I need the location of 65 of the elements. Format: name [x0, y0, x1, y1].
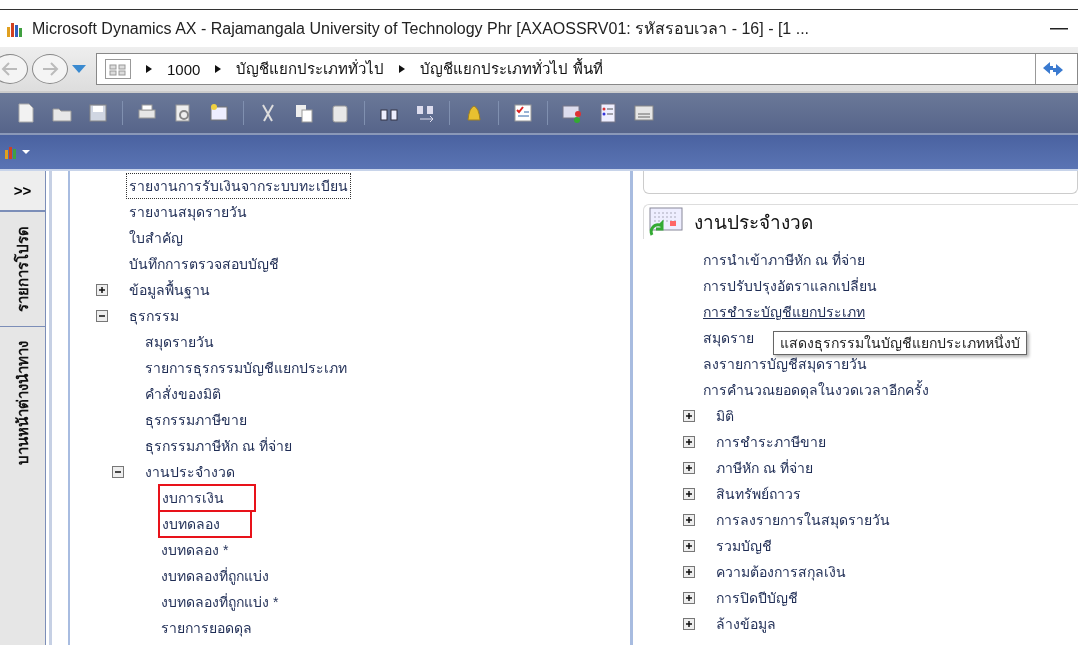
folder-item[interactable]: ภาษีหัก ณ ที่จ่าย: [713, 455, 816, 481]
calendar-refresh-icon: [648, 207, 684, 237]
expand-icon[interactable]: [683, 566, 695, 578]
folder-item[interactable]: รวมบัญชี: [713, 533, 775, 559]
folder-item[interactable]: การปิดปีบัญชี: [713, 585, 801, 611]
tree-item[interactable]: รายการยอดดุล: [158, 615, 255, 641]
tree-item[interactable]: ธุรกรรมภาษีขาย: [142, 407, 250, 433]
task-link[interactable]: การปรับปรุงอัตราแลกเปลี่ยน: [703, 273, 1078, 299]
tree-item[interactable]: ข้อมูลพื้นฐาน: [126, 277, 213, 303]
app-icon: [6, 20, 24, 37]
breadcrumb-item[interactable]: 1000: [167, 60, 201, 78]
folder-item[interactable]: การลงรายการในสมุดรายวัน: [713, 507, 893, 533]
tree-item[interactable]: งานประจำงวด: [142, 459, 238, 485]
task-link[interactable]: การคำนวณยอดดุลในงวดเวลาอีกครั้ง: [703, 377, 1078, 403]
arrow-icon: [145, 64, 153, 74]
forward-button[interactable]: [32, 54, 68, 84]
tree-item[interactable]: ใบสำคัญ: [126, 225, 186, 251]
back-button[interactable]: [0, 54, 28, 84]
expand-icon[interactable]: [683, 462, 695, 474]
folder-item[interactable]: ล้างข้อมูล: [713, 611, 779, 637]
tree-item[interactable]: งบทดลอง *: [158, 537, 232, 563]
expand-icon[interactable]: [683, 592, 695, 604]
tree-item[interactable]: งบทดลองที่ถูกแบ่ง: [158, 563, 272, 589]
group-title: งานประจำงวด: [694, 211, 813, 235]
expand-icon[interactable]: [96, 284, 108, 296]
folder-item[interactable]: การชำระภาษีขาย: [713, 429, 829, 455]
arrow-icon: [398, 64, 407, 74]
input-field[interactable]: [643, 171, 1078, 194]
checklist-icon[interactable]: [511, 101, 535, 125]
app-menu-icon[interactable]: [4, 145, 32, 159]
folder-item[interactable]: ความต้องการสกุลเงิน: [713, 559, 849, 585]
collapse-icon[interactable]: [112, 466, 124, 478]
tree-item[interactable]: งบการเงิน: [158, 484, 256, 512]
tooltip: แสดงธุรกรรมในบัญชีแยกประเภทหนึ่งบั: [773, 331, 1027, 355]
window-title: Microsoft Dynamics AX - Rajamangala University of Technology Phr [AXAOSSRV01: รหัสรอบเวลา - 16] - [1 ...: [32, 19, 811, 39]
expand-icon[interactable]: [683, 410, 695, 422]
tree-item[interactable]: ธุรกรรมภาษีหัก ณ ที่จ่าย: [142, 433, 295, 459]
expand-icon[interactable]: [683, 514, 695, 526]
tree-item[interactable]: รายงานการรับเงินจากระบบทะเบียน: [126, 173, 351, 199]
tree-item[interactable]: คำสั่งของมิติ: [142, 381, 224, 407]
expand-icon[interactable]: [683, 436, 695, 448]
folder-item[interactable]: สินทรัพย์ถาวร: [713, 481, 804, 507]
expand-icon[interactable]: [683, 618, 695, 630]
forward-arrow-icon: [41, 62, 59, 76]
arrow-icon: [214, 64, 223, 74]
folder-item[interactable]: มิติ: [713, 403, 737, 429]
breadcrumb-item[interactable]: บัญชีแยกประเภททั่วไป: [236, 57, 385, 81]
collapse-button[interactable]: >>: [0, 171, 45, 211]
tree-item[interactable]: ธุรกรรม: [126, 303, 182, 329]
expand-icon[interactable]: [683, 540, 695, 552]
back-arrow-icon: [1, 62, 19, 76]
tree-item[interactable]: งบทดลองที่ถูกแบ่ง *: [158, 589, 282, 615]
expand-icon[interactable]: [683, 488, 695, 500]
collapse-icon[interactable]: [96, 310, 108, 322]
task-link[interactable]: การนำเข้าภาษีหัก ณ ที่จ่าย: [703, 247, 1078, 273]
dropdown-icon[interactable]: [72, 65, 86, 73]
tree-item[interactable]: สมุดรายวัน: [142, 329, 217, 355]
save-icon[interactable]: [86, 101, 110, 125]
tree-item[interactable]: งบทดลอง: [158, 510, 252, 538]
tree-item[interactable]: รายการธุรกรรมบัญชีแยกประเภท: [142, 355, 350, 381]
task-link[interactable]: การชำระบัญชีแยกประเภท: [703, 299, 1078, 325]
tree-item[interactable]: บันทึกการตรวจสอบบัญชี: [126, 251, 282, 277]
grid-icon: [105, 59, 131, 79]
tree-item[interactable]: รายงานสมุดรายวัน: [126, 199, 250, 225]
breadcrumb-item[interactable]: บัญชีแยกประเภททั่วไป พื้นที่: [420, 57, 603, 81]
